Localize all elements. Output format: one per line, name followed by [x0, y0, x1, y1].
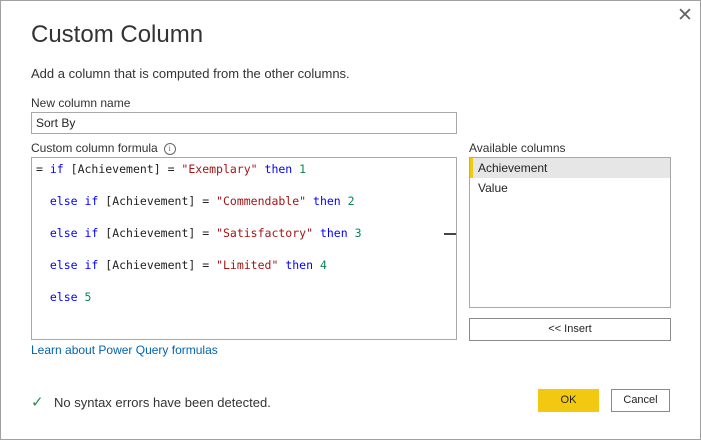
formula-token: [Achievement] = [98, 226, 217, 240]
formula-token [36, 290, 50, 304]
formula-token [78, 258, 85, 272]
formula-token [36, 258, 50, 272]
formula-token: if [84, 194, 99, 208]
new-column-name-label: New column name [31, 96, 131, 110]
formula-token: 5 [84, 290, 92, 304]
formula-line: else if [Achievement] = "Limited" then 4 [36, 257, 362, 289]
formula-line: else if [Achievement] = "Commendable" th… [36, 193, 362, 225]
formula-editor[interactable]: = if [Achievement] = "Exemplary" then 1 … [31, 157, 457, 340]
formula-token: else [49, 258, 78, 272]
formula-token [78, 290, 85, 304]
formula-token [348, 226, 355, 240]
formula-token: else [49, 290, 78, 304]
formula-token: else [49, 194, 78, 208]
formula-token: "Commendable" [216, 194, 307, 208]
formula-token: if [84, 258, 99, 272]
formula-token: "Satisfactory" [216, 226, 313, 240]
dialog-subtitle: Add a column that is computed from the o… [31, 66, 350, 81]
formula-token [258, 162, 265, 176]
formula-line: = if [Achievement] = "Exemplary" then 1 [36, 161, 362, 193]
formula-line: else if [Achievement] = "Satisfactory" t… [36, 225, 362, 257]
formula-token: "Limited" [216, 258, 279, 272]
formula-token: = [36, 162, 50, 176]
dialog-title: Custom Column [31, 21, 204, 48]
learn-power-query-link[interactable]: Learn about Power Query formulas [31, 343, 218, 357]
formula-token: if [49, 162, 64, 176]
custom-column-dialog: ✕ Custom Column Add a column that is com… [0, 0, 701, 440]
formula-token: 2 [347, 194, 355, 208]
formula-token: then [264, 162, 293, 176]
formula-token [36, 226, 50, 240]
available-columns-label: Available columns [469, 141, 566, 155]
formula-token: then [285, 258, 314, 272]
close-icon[interactable]: ✕ [673, 6, 697, 26]
formula-label-row: Custom column formula i [31, 141, 176, 155]
formula-token: 1 [299, 162, 307, 176]
formula-token: [Achievement] = [98, 194, 217, 208]
formula-token: 4 [319, 258, 327, 272]
cancel-button[interactable]: Cancel [611, 389, 670, 412]
formula-token: "Exemplary" [181, 162, 258, 176]
insert-button[interactable]: << Insert [469, 318, 671, 341]
formula-token: [Achievement] = [63, 162, 182, 176]
new-column-name-input[interactable] [31, 112, 457, 134]
formula-token [36, 194, 50, 208]
formula-label: Custom column formula [31, 141, 158, 155]
formula-token: then [313, 194, 341, 208]
formula-token [78, 194, 85, 208]
formula-token: else [49, 226, 78, 240]
syntax-status: ✓ No syntax errors have been detected. [31, 393, 271, 411]
available-columns-list[interactable]: Achievement Value [469, 157, 671, 308]
scroll-indicator[interactable] [444, 233, 456, 235]
formula-token: [Achievement] = [98, 258, 217, 272]
formula-token [341, 194, 348, 208]
formula-token: then [319, 226, 348, 240]
check-icon: ✓ [31, 394, 44, 411]
formula-line: else 5 [36, 289, 362, 321]
formula-token [78, 226, 85, 240]
available-column-item[interactable]: Achievement [470, 158, 670, 178]
formula-token: 3 [354, 226, 362, 240]
formula-token: if [84, 226, 99, 240]
info-icon[interactable]: i [163, 142, 176, 155]
formula-token [306, 194, 313, 208]
ok-button[interactable]: OK [538, 389, 599, 412]
formula-token [313, 258, 320, 272]
status-text: No syntax errors have been detected. [54, 395, 271, 410]
formula-code[interactable]: = if [Achievement] = "Exemplary" then 1 … [36, 161, 362, 321]
available-column-item[interactable]: Value [470, 178, 670, 198]
formula-token [313, 226, 320, 240]
